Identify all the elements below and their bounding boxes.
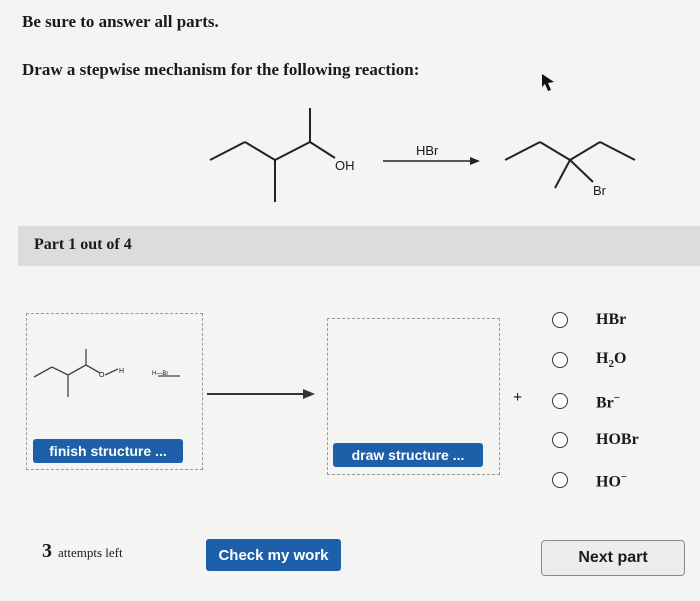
option-hobr: HOBr [596, 431, 639, 448]
option-hbr: HBr [596, 311, 627, 328]
option-br-minus: Br− [596, 392, 621, 412]
workspace-o-label: O [99, 372, 105, 379]
draw-structure-button[interactable]: draw structure ... [333, 443, 483, 467]
radio-hbr[interactable] [552, 312, 568, 328]
option-ho-minus: HO− [596, 471, 628, 491]
radio-br-minus[interactable] [552, 393, 568, 409]
instructions-line-1: Be sure to answer all parts. [22, 12, 219, 31]
attempts-count: 3 [42, 540, 52, 562]
instructions-line-2: Draw a stepwise mechanism for the follow… [22, 60, 420, 79]
starting-structure-drawing [33, 349, 180, 397]
option-h2o: H2O [596, 350, 627, 371]
product-structure [504, 141, 636, 189]
mechanism-arrow [207, 389, 315, 399]
next-part-button[interactable]: Next part [541, 540, 685, 576]
reagent-label: HBr [416, 143, 439, 158]
workspace-h-label: H [119, 368, 125, 375]
part-label: Part 1 out of 4 [34, 236, 132, 253]
check-my-work-button[interactable]: Check my work [206, 539, 341, 571]
reactant-structure [209, 108, 336, 202]
attempts-text: attempts left [58, 545, 123, 560]
reaction-scheme [209, 108, 636, 202]
radio-ho-minus[interactable] [552, 472, 568, 488]
finish-structure-button[interactable]: finish structure ... [33, 439, 183, 463]
part-header: Part 1 out of 4 [18, 226, 700, 266]
mouse-cursor-icon [542, 74, 554, 91]
oh-label: OH [335, 158, 355, 173]
radio-hobr[interactable] [552, 432, 568, 448]
plus-sign: + [513, 389, 523, 406]
small-hbr-label: H—Br [152, 371, 169, 377]
br-label: Br [593, 183, 606, 198]
attempts-left: 3 attempts left [42, 540, 123, 563]
radio-h2o[interactable] [552, 352, 568, 368]
